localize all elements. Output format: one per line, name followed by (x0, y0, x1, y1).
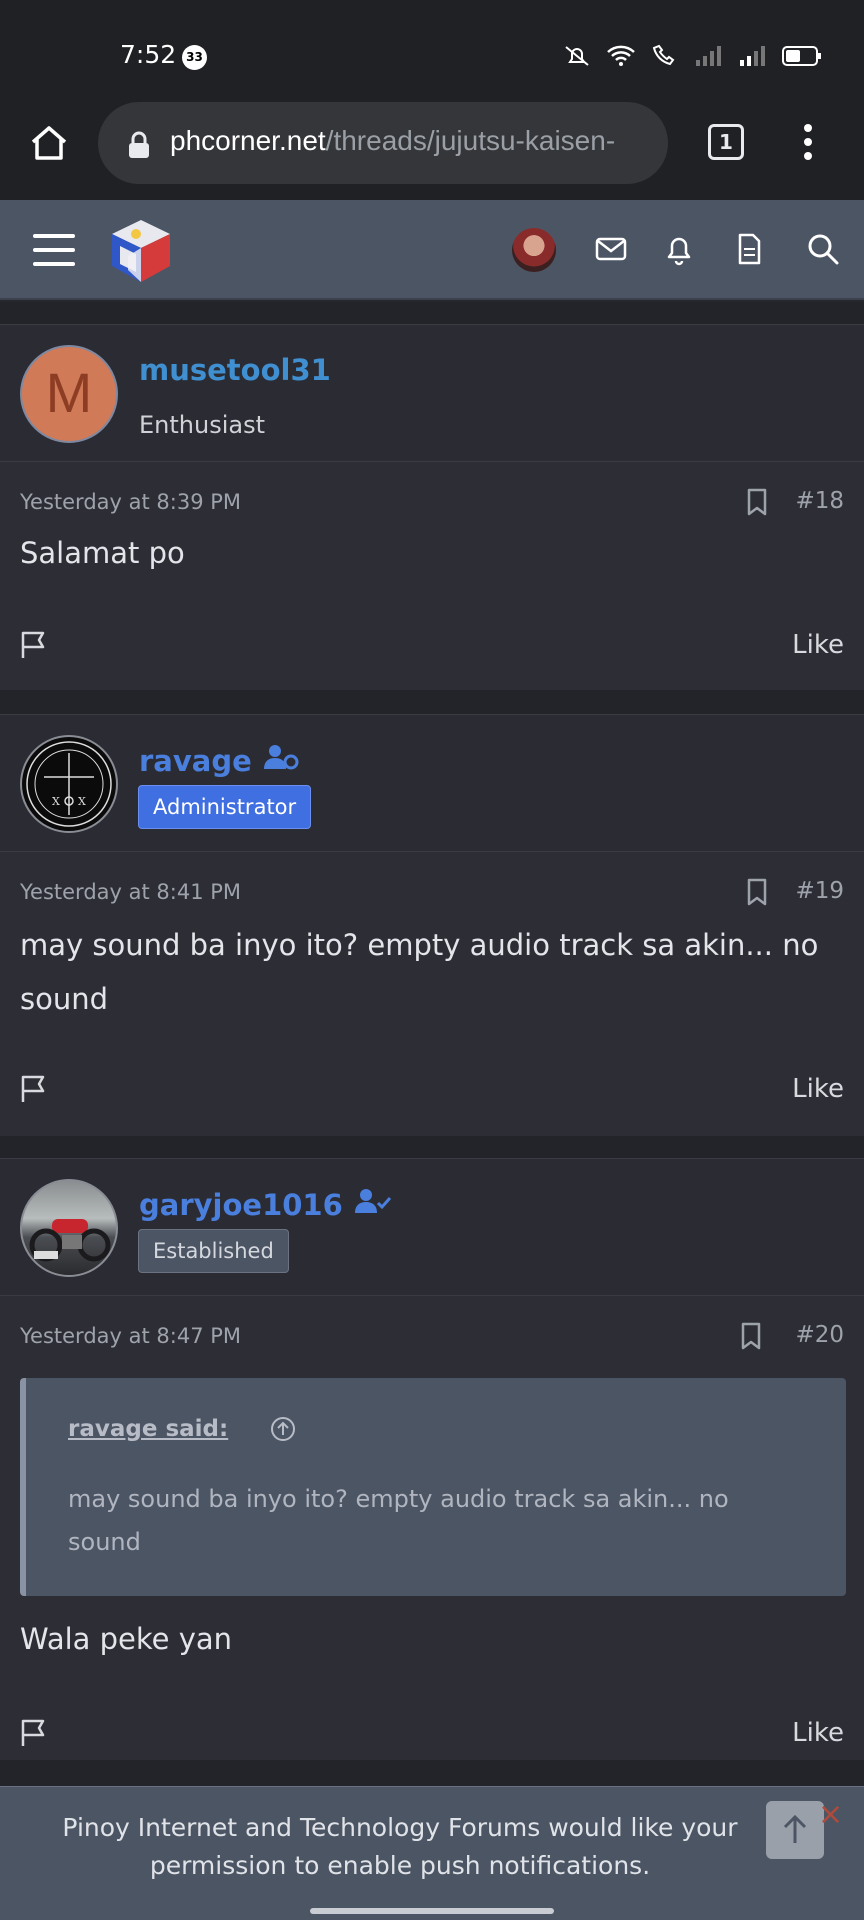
post-number[interactable]: #18 (795, 488, 844, 514)
quote-block: ravage said: may sound ba inyo ito? empt… (20, 1378, 846, 1596)
author-username[interactable]: musetool31 (139, 353, 331, 387)
signal-icon-2 (738, 44, 768, 72)
close-icon[interactable]: × (818, 1797, 843, 1832)
verified-user-icon (353, 1188, 392, 1222)
user-avatar[interactable] (512, 228, 556, 272)
staff-icon (262, 744, 300, 778)
document-icon[interactable] (732, 232, 766, 270)
home-icon[interactable] (28, 122, 70, 164)
url-path: /threads/jujutsu-kaisen- (325, 125, 616, 156)
clock: 7:52 (120, 40, 177, 69)
post-separator (0, 1760, 864, 1786)
tab-switcher-button[interactable]: 1 (708, 124, 744, 160)
post-number[interactable]: #20 (795, 1322, 844, 1348)
wifi-call-icon (650, 44, 680, 72)
post-20: garyjoe1016 Established Yesterday at 8:4… (0, 1158, 864, 1760)
signal-icon (694, 44, 724, 72)
bookmark-icon[interactable] (740, 1322, 762, 1354)
mute-icon (562, 44, 592, 72)
author-title: Enthusiast (139, 411, 265, 439)
url-host: phcorner.net (170, 125, 326, 156)
user-badge: Administrator (138, 785, 312, 829)
flag-icon[interactable] (20, 1074, 48, 1108)
post-message: may sound ba inyo ito? empty audio track… (20, 928, 819, 1016)
post-message: Salamat po (20, 536, 185, 570)
lock-icon[interactable] (126, 130, 152, 164)
post-19: X X ravage Administrator Yesterday at 8:… (0, 714, 864, 1136)
user-badge: Established (138, 1229, 289, 1273)
address-bar[interactable]: phcorner.net/threads/jujutsu-kaisen- (98, 102, 668, 184)
post-separator (0, 1136, 864, 1158)
bookmark-icon[interactable] (746, 488, 768, 520)
like-button[interactable]: Like (792, 630, 844, 660)
hamburger-icon[interactable] (33, 232, 75, 272)
post-author-block: M musetool31 Enthusiast (0, 324, 864, 462)
username-text: ravage (139, 744, 252, 778)
url-text[interactable]: phcorner.net/threads/jujutsu-kaisen- (170, 125, 654, 157)
status-icons (562, 44, 822, 72)
wifi-icon (606, 44, 636, 72)
post-author-block: garyjoe1016 Established (0, 1158, 864, 1296)
post-timestamp[interactable]: Yesterday at 8:39 PM (20, 490, 241, 514)
status-bar: 7:52 33 (0, 0, 864, 92)
flag-icon[interactable] (20, 1718, 48, 1752)
author-username[interactable]: garyjoe1016 (139, 1187, 392, 1222)
site-header (0, 200, 864, 300)
post-timestamp[interactable]: Yesterday at 8:47 PM (20, 1324, 241, 1348)
browser-toolbar: phcorner.net/threads/jujutsu-kaisen- 1 (0, 92, 864, 200)
search-icon[interactable] (806, 232, 840, 270)
push-permission-banner: Pinoy Internet and Technology Forums wou… (0, 1786, 864, 1920)
more-vert-icon[interactable] (800, 122, 816, 166)
author-avatar[interactable]: X X (20, 735, 118, 833)
arrow-up-circle-icon[interactable] (270, 1416, 296, 1446)
post-timestamp[interactable]: Yesterday at 8:41 PM (20, 880, 241, 904)
quote-text: may sound ba inyo ito? empty audio track… (68, 1485, 729, 1556)
quote-source-link[interactable]: ravage said: (68, 1416, 228, 1442)
notification-count-badge: 33 (182, 45, 207, 70)
like-button[interactable]: Like (792, 1718, 844, 1748)
author-avatar[interactable] (20, 1179, 118, 1277)
post-author-block: X X ravage Administrator (0, 714, 864, 852)
scroll-to-top-button[interactable] (766, 1801, 824, 1859)
bookmark-icon[interactable] (746, 878, 768, 910)
mail-icon[interactable] (594, 232, 628, 270)
post-separator (0, 302, 864, 324)
svg-text:X: X (52, 795, 60, 808)
author-avatar[interactable]: M (20, 345, 118, 443)
site-logo[interactable] (106, 216, 176, 290)
svg-text:X: X (78, 795, 86, 808)
username-text: garyjoe1016 (139, 1188, 343, 1222)
battery-icon (782, 44, 822, 72)
post-18: M musetool31 Enthusiast Yesterday at 8:3… (0, 324, 864, 690)
flag-icon[interactable] (20, 630, 48, 664)
author-username[interactable]: ravage (139, 743, 300, 778)
post-separator (0, 690, 864, 714)
bell-icon[interactable] (662, 232, 696, 270)
post-message: Wala peke yan (20, 1622, 233, 1656)
post-number[interactable]: #19 (795, 878, 844, 904)
push-permission-message[interactable]: Pinoy Internet and Technology Forums wou… (60, 1809, 740, 1885)
gesture-nav-handle[interactable] (310, 1908, 554, 1914)
like-button[interactable]: Like (792, 1074, 844, 1104)
